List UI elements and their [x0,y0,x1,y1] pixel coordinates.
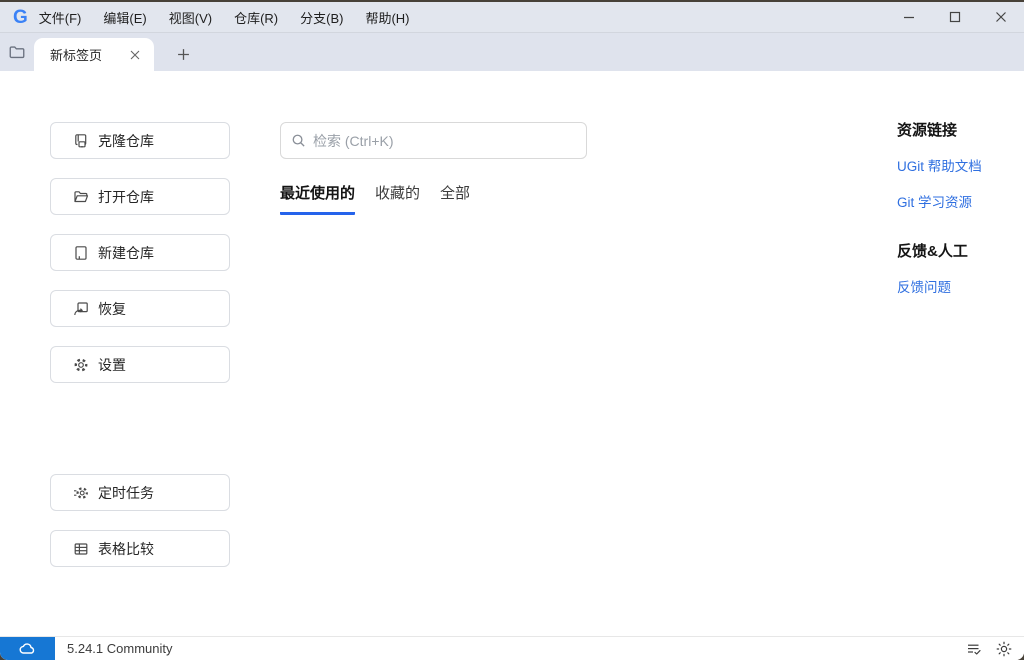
log-check-icon [968,644,981,655]
clone-repo-button[interactable]: 克隆仓库 [50,122,230,159]
window-controls [886,2,1024,32]
link-feedback-issue[interactable]: 反馈问题 [897,276,1017,296]
open-repo-label: 打开仓库 [98,188,154,205]
tab-all[interactable]: 全部 [440,182,470,215]
sidebar-tools: 定时任务 表格比较 [50,474,230,567]
resource-links-heading: 资源链接 [897,122,958,139]
search-input[interactable] [313,132,576,149]
new-repo-button[interactable]: 新建仓库 [50,234,230,271]
folder-icon [9,46,25,59]
tab-label: 新标签页 [50,48,103,63]
menu-branch[interactable]: 分支(B) [298,4,345,31]
open-repo-button[interactable]: 打开仓库 [50,178,230,215]
minimize-button[interactable] [886,2,932,32]
settings-label: 设置 [98,356,126,373]
table-compare-label: 表格比较 [98,540,154,557]
cloud-icon [19,643,34,654]
new-tab-button[interactable] [168,39,198,69]
restore-button[interactable]: 恢复 [50,290,230,327]
sidebar-actions: 克隆仓库 打开仓库 新建仓库 恢复 设置 [50,122,230,383]
search-icon [292,134,305,147]
close-button[interactable] [978,2,1024,32]
status-bar: 5.24.1 Community [0,636,1024,660]
search-box[interactable] [280,122,587,159]
menu-items: 文件(F) 编辑(E) 视图(V) 仓库(R) 分支(B) 帮助(H) [37,4,412,31]
main-content: 克隆仓库 打开仓库 新建仓库 恢复 设置 定时任务 表格比较 检索 (Ctrl+… [0,71,1024,636]
maximize-button[interactable] [932,2,978,32]
link-ugit-help-docs[interactable]: UGit 帮助文档 [897,155,1017,175]
restore-label: 恢复 [98,300,126,317]
resource-aside: 资源链接 UGit 帮助文档 Git 学习资源 反馈&人工 反馈问题 [897,119,1017,312]
tab-favorites[interactable]: 收藏的 [375,182,420,215]
close-icon [996,12,1006,22]
table-compare-icon [74,542,88,555]
new-repo-label: 新建仓库 [98,244,154,261]
menu-bar: G 文件(F) 编辑(E) 视图(V) 仓库(R) 分支(B) 帮助(H) [0,2,1024,33]
app-window: G 文件(F) 编辑(E) 视图(V) 仓库(R) 分支(B) 帮助(H) 新标… [0,2,1024,660]
table-compare-button[interactable]: 表格比较 [50,530,230,567]
theme-sun-icon [996,641,1012,656]
new-repo-icon [75,245,87,260]
menu-edit[interactable]: 编辑(E) [101,4,148,31]
status-icons [964,639,1024,659]
app-logo-icon: G [13,6,28,28]
menu-view[interactable]: 视图(V) [167,4,214,31]
log-panel-button[interactable] [964,639,984,659]
repo-filter-tabs: 最近使用的 收藏的 全部 [280,182,587,215]
restore-icon [74,301,88,315]
cloud-sync-button[interactable] [0,636,55,660]
plus-icon [177,48,189,60]
tab-bar: 新标签页 [0,33,1024,71]
menu-repo[interactable]: 仓库(R) [232,4,280,31]
feedback-heading: 反馈&人工 [897,243,968,260]
maximize-icon [949,11,961,23]
repo-list-button[interactable] [0,33,34,71]
settings-gear-icon [74,358,88,371]
menu-help[interactable]: 帮助(H) [363,4,411,31]
open-folder-icon [74,190,89,202]
theme-toggle-button[interactable] [994,639,1014,659]
tab-new-tab-page[interactable]: 新标签页 [34,38,154,71]
scheduled-task-button[interactable]: 定时任务 [50,474,230,511]
scheduled-task-icon [74,486,88,499]
tab-recently-used[interactable]: 最近使用的 [280,182,356,215]
close-icon [130,50,140,59]
scheduled-task-label: 定时任务 [98,484,154,501]
center-column: 最近使用的 收藏的 全部 [280,122,587,215]
menu-file[interactable]: 文件(F) [37,4,84,31]
tab-close-button[interactable] [126,46,144,64]
link-git-learning[interactable]: Git 学习资源 [897,191,1017,211]
version-label: 5.24.1 Community [67,641,173,656]
settings-button[interactable]: 设置 [50,346,230,383]
clone-repo-label: 克隆仓库 [98,132,154,149]
clone-repo-icon [75,133,87,147]
